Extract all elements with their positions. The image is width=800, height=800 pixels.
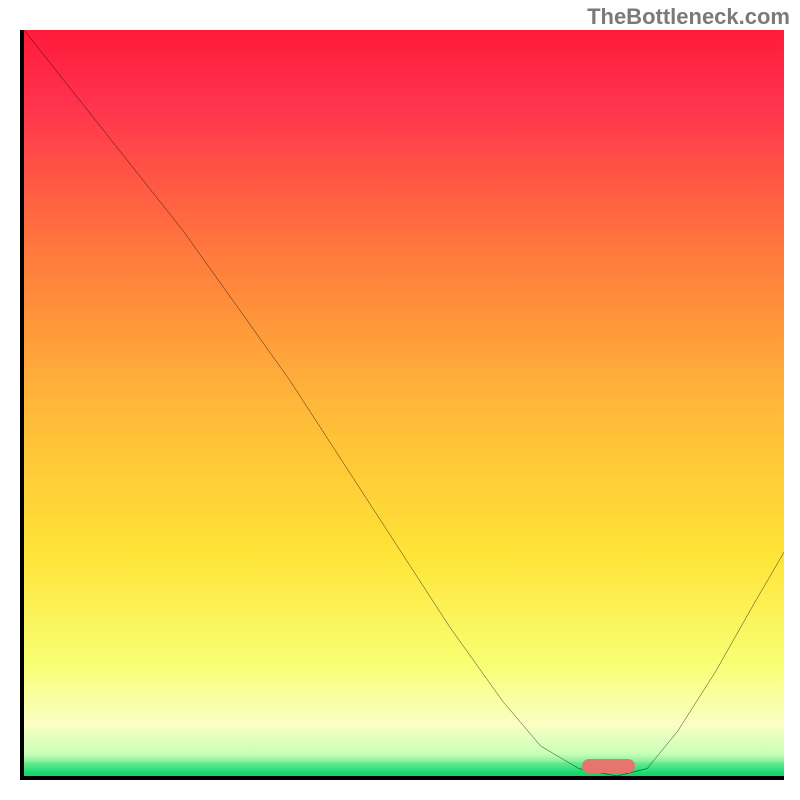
chart-container: TheBottleneck.com xyxy=(0,0,800,800)
x-axis-line xyxy=(20,776,784,780)
optimal-range-marker xyxy=(582,759,635,773)
bottleneck-curve xyxy=(24,30,784,776)
watermark-text: TheBottleneck.com xyxy=(587,4,790,30)
plot-area xyxy=(20,30,784,780)
